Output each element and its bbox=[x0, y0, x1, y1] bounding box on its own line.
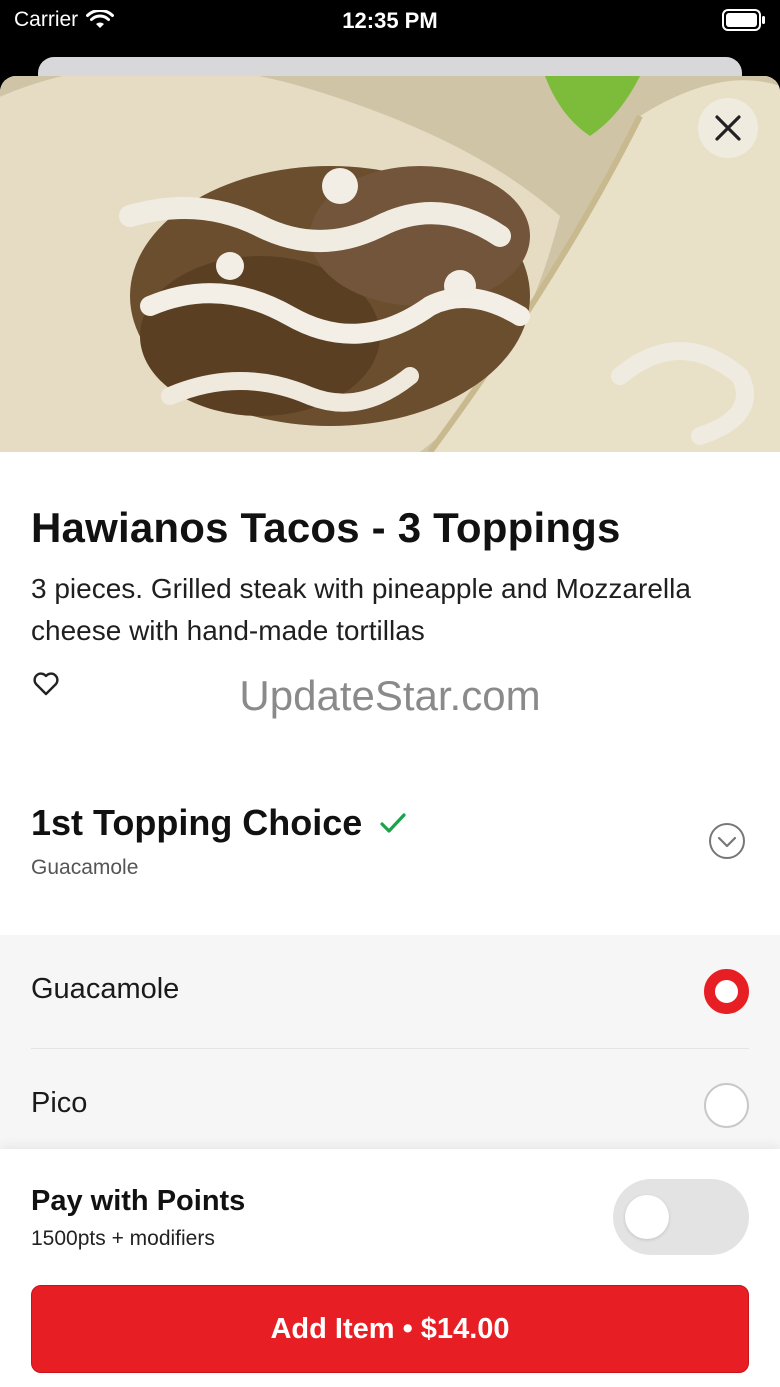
tacos-image bbox=[0, 76, 780, 452]
close-icon bbox=[715, 115, 741, 141]
pay-with-points-title: Pay with Points bbox=[31, 1185, 246, 1217]
battery-icon bbox=[722, 9, 765, 31]
item-description: 3 pieces. Grilled steak with pineapple a… bbox=[31, 573, 691, 646]
item-photo bbox=[0, 76, 780, 452]
pay-with-points-toggle[interactable] bbox=[613, 1179, 749, 1255]
item-title: Hawianos Tacos - 3 Toppings bbox=[31, 504, 621, 551]
modifier-group-selection: Guacamole bbox=[31, 856, 139, 879]
status-time: 12:35 PM bbox=[342, 8, 438, 33]
option-label: Pico bbox=[31, 1087, 88, 1119]
add-item-button[interactable]: Add Item • $14.00 bbox=[31, 1285, 749, 1373]
order-footer: Pay with Points 1500pts + modifiers Add … bbox=[0, 1149, 780, 1387]
radio-unselected[interactable] bbox=[704, 1083, 749, 1128]
radio-selected[interactable] bbox=[704, 969, 749, 1014]
option-label: Guacamole bbox=[31, 973, 180, 1005]
chevron-down-icon[interactable] bbox=[708, 822, 746, 860]
toggle-knob bbox=[625, 1195, 669, 1239]
status-bar: Carrier 12:35 PM bbox=[0, 0, 780, 40]
modifier-group-header[interactable]: 1st Topping Choice bbox=[31, 802, 406, 844]
pay-with-points-subtitle: 1500pts + modifiers bbox=[31, 1227, 215, 1250]
modifier-group-title: 1st Topping Choice bbox=[31, 802, 363, 843]
option-pico[interactable]: Pico bbox=[0, 1049, 780, 1163]
option-guacamole[interactable]: Guacamole bbox=[0, 935, 780, 1049]
item-detail-sheet: Hawianos Tacos - 3 Toppings 3 pieces. Gr… bbox=[0, 76, 780, 1387]
modifier-options-list: Guacamole Pico bbox=[0, 935, 780, 1155]
watermark: UpdateStar.com bbox=[239, 672, 541, 719]
close-button[interactable] bbox=[698, 98, 758, 158]
checkmark-icon bbox=[380, 813, 406, 833]
